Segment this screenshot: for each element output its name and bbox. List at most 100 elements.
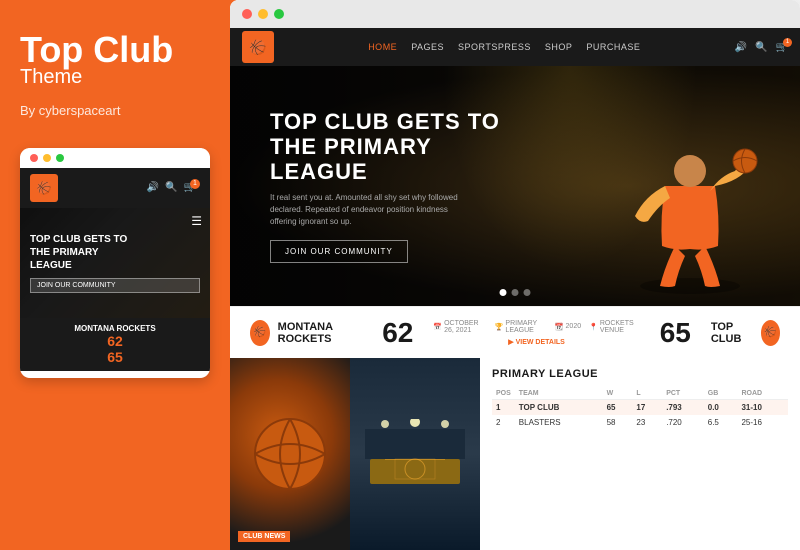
right-panel: 🏀 HOME PAGES SPORTSPRESS SHOP PURCHASE 🔊…: [230, 0, 800, 550]
row1-w: 65: [603, 400, 633, 416]
hero-player-area: [610, 76, 770, 306]
league-grid: POS TEAM W L PCT GB ROAD 1: [492, 388, 788, 430]
mobile-cart-wrap: 🛒 1: [184, 182, 200, 193]
league-icon: 🏆: [495, 323, 504, 331]
desktop-nav: 🏀 HOME PAGES SPORTSPRESS SHOP PURCHASE 🔊…: [230, 28, 800, 66]
meta-season-text: 2020: [566, 323, 582, 330]
mobile-hero-line2: THE PRIMARY: [30, 246, 200, 259]
desktop-dot-red: [242, 9, 252, 19]
card2-image: [350, 358, 480, 550]
hero-pagination-dots: [500, 289, 531, 296]
row2-road: 25-16: [737, 415, 788, 430]
basketball-svg: [250, 414, 330, 494]
col-road: ROAD: [737, 388, 788, 400]
team2-icon: 🏀: [761, 320, 780, 346]
row1-gb: 0.0: [704, 400, 738, 416]
nav-link-shop[interactable]: SHOP: [545, 42, 573, 52]
team2-name: TOP CLUB: [711, 321, 753, 345]
col-gb: GB: [704, 388, 738, 400]
desktop-volume-icon[interactable]: 🔊: [735, 42, 747, 53]
mobile-hero-line3: LEAGUE: [30, 259, 200, 272]
hero-content: TOP CLUB GETS TO THE PRIMARY LEAGUE It r…: [230, 109, 550, 264]
mobile-hamburger-icon[interactable]: ☰: [191, 214, 202, 228]
score-meta-items: 📅 OCTOBER 26, 2021 🏆 PRIMARY LEAGUE 📆 20…: [433, 320, 639, 334]
card1-badge: CLUB NEWS: [238, 531, 290, 542]
mobile-dot-yellow: [43, 154, 51, 162]
calendar-icon: 📅: [433, 323, 442, 331]
row1-l: 17: [632, 400, 662, 416]
score-team2: TOP CLUB 🏀: [711, 320, 780, 346]
meta-date-text: OCTOBER 26, 2021: [444, 320, 487, 334]
hero-title: TOP CLUB GETS TO THE PRIMARY LEAGUE: [270, 109, 510, 185]
desktop-bottom: CLUB NEWS: [230, 358, 800, 550]
hero-join-button[interactable]: JOIN OUR COMMUNITY: [270, 240, 408, 263]
mobile-join-button[interactable]: JOIN OUR COMMUNITY: [30, 278, 200, 293]
meta-season: 📆 2020: [555, 323, 581, 331]
desktop-logo: 🏀: [242, 31, 274, 63]
desktop-nav-links: HOME PAGES SPORTSPRESS SHOP PURCHASE: [368, 42, 640, 52]
bottom-card-1: CLUB NEWS: [230, 358, 350, 550]
mobile-team1-name: MONTANA ROCKETS: [30, 324, 200, 333]
score-bar: 🏀 MONTANA ROCKETS 62 📅 OCTOBER 26, 2021 …: [230, 306, 800, 358]
mobile-logo-icon: 🏀: [30, 174, 58, 202]
col-w: W: [603, 388, 633, 400]
league-row-2: 2 BLASTERS 58 23 .720 6.5 25-16: [492, 415, 788, 430]
mobile-score2: 65: [107, 349, 123, 365]
venue-icon: 📍: [589, 323, 598, 331]
desktop-nav-actions: 🔊 🔍 🛒 1: [735, 42, 788, 53]
row2-pct: .720: [662, 415, 704, 430]
mobile-score-display: 62: [30, 333, 200, 349]
mobile-hero: ☰ TOP CLUB GETS TO THE PRIMARY LEAGUE JO…: [20, 208, 210, 318]
desktop-cart-badge: 1: [783, 38, 792, 47]
row2-l: 23: [632, 415, 662, 430]
hero-description: It real sent you at. Amounted all shy se…: [270, 192, 470, 228]
meta-venue: 📍 ROCKETS VENUE: [589, 320, 640, 334]
score-number2: 65: [660, 317, 691, 349]
row1-pct: .793: [662, 400, 704, 416]
bottom-card-2: [350, 358, 480, 550]
nav-link-purchase[interactable]: PURCHASE: [586, 42, 640, 52]
mobile-dot-red: [30, 154, 38, 162]
card1-image: [230, 358, 350, 550]
row1-road: 31-10: [737, 400, 788, 416]
hero-dot-2[interactable]: [512, 289, 519, 296]
score-team1: 🏀 MONTANA ROCKETS: [250, 320, 362, 346]
hero-dot-1[interactable]: [500, 289, 507, 296]
mobile-dot-green: [56, 154, 64, 162]
col-team: TEAM: [515, 388, 603, 400]
league-title: PRIMARY LEAGUE: [492, 368, 788, 380]
view-details-link[interactable]: ▶ VIEW DETAILS: [508, 338, 565, 346]
hero-title-line2: THE PRIMARY LEAGUE: [270, 134, 510, 185]
row2-team: BLASTERS: [515, 415, 603, 430]
league-table: PRIMARY LEAGUE POS TEAM W L PCT GB ROAD: [480, 358, 800, 550]
row1-team: TOP CLUB: [515, 400, 603, 416]
arena-svg: [365, 419, 465, 489]
desktop-hero: TOP CLUB GETS TO THE PRIMARY LEAGUE It r…: [230, 66, 800, 306]
mobile-titlebar: [20, 148, 210, 168]
mobile-volume-icon: 🔊: [147, 182, 159, 193]
season-icon: 📆: [555, 323, 564, 331]
meta-date: 📅 OCTOBER 26, 2021: [433, 320, 486, 334]
meta-league: 🏆 PRIMARY LEAGUE: [495, 320, 547, 334]
league-header-row: POS TEAM W L PCT GB ROAD: [492, 388, 788, 400]
nav-link-home[interactable]: HOME: [368, 42, 397, 52]
mobile-score2-display: 65: [30, 349, 200, 365]
row2-gb: 6.5: [704, 415, 738, 430]
mobile-hero-text: TOP CLUB GETS TO THE PRIMARY LEAGUE: [30, 233, 200, 272]
row2-pos: 2: [492, 415, 515, 430]
title-text: Top Club: [20, 30, 210, 70]
team1-name: MONTANA ROCKETS: [278, 321, 363, 345]
desktop-search-icon[interactable]: 🔍: [755, 42, 767, 53]
desktop-content: 🏀 HOME PAGES SPORTSPRESS SHOP PURCHASE 🔊…: [230, 28, 800, 550]
row2-w: 58: [603, 415, 633, 430]
player-silhouette: [620, 86, 760, 306]
hero-dot-3[interactable]: [524, 289, 531, 296]
col-pct: PCT: [662, 388, 704, 400]
nav-link-pages[interactable]: PAGES: [411, 42, 444, 52]
nav-link-sportspress[interactable]: SPORTSPRESS: [458, 42, 531, 52]
row1-pos: 1: [492, 400, 515, 416]
mobile-preview: 🏀 🔊 🔍 🛒 1 ☰ TOP CLUB GETS TO THE PRIMARY…: [20, 148, 210, 378]
mobile-nav: 🏀 🔊 🔍 🛒 1: [20, 168, 210, 208]
score-number1: 62: [382, 317, 413, 349]
desktop-cart-wrap[interactable]: 🛒 1: [776, 42, 788, 53]
